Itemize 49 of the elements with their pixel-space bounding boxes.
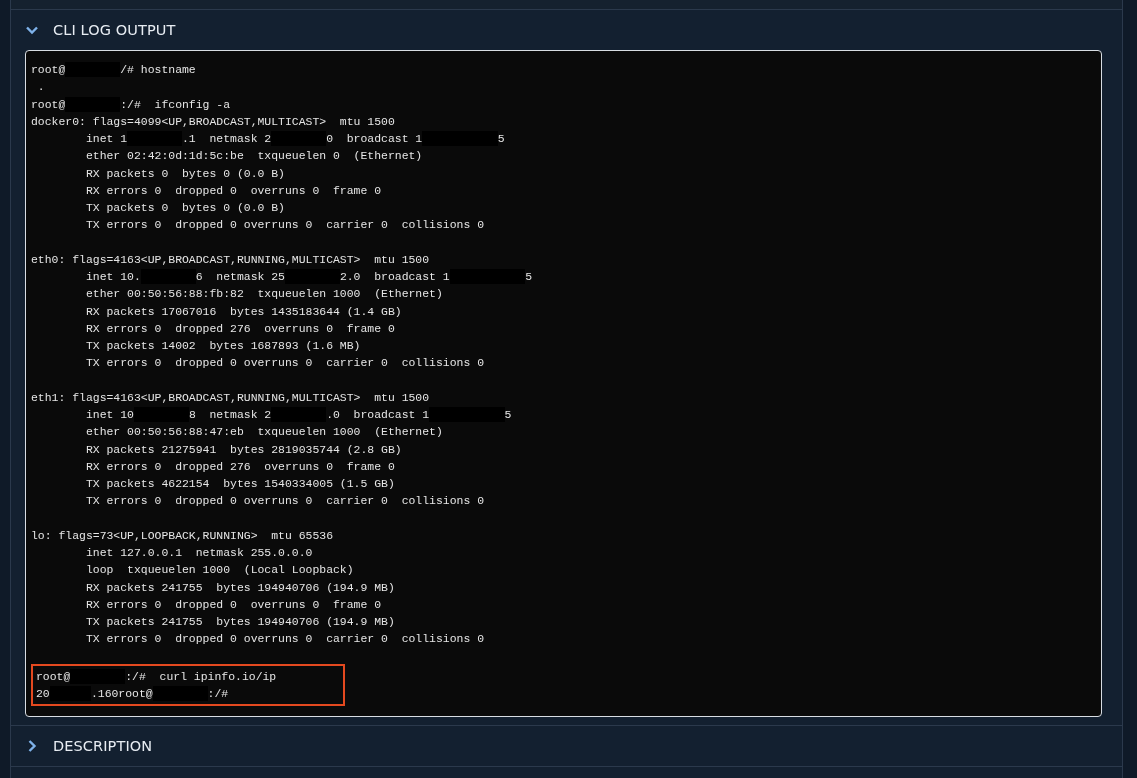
terminal-text: docker0: flags=4099<UP,BROADCAST,MULTICAST> mtu 1500	[31, 113, 395, 130]
terminal-text: inet 1	[84, 131, 128, 147]
terminal-text: RX errors 0 dropped 276 overruns 0 frame 0	[84, 320, 395, 337]
terminal-text: TX packets 241755 bytes 194940706 (194.9 MB)	[84, 614, 395, 630]
terminal-text: root@	[36, 668, 71, 685]
terminal-text: 2.0 broadcast 1	[339, 269, 450, 285]
terminal-text: RX packets 0 bytes 0 (0.0 B)	[84, 165, 285, 182]
terminal-text: TX packets 4622154 bytes 1540334005 (1.5 GB)	[84, 476, 395, 492]
section-header[interactable]: DESCRIPTION	[11, 726, 1122, 767]
terminal-text: lo: flags=73<UP,LOOPBACK,RUNNING> mtu 65536	[31, 527, 333, 544]
terminal-text: TX packets 0 bytes 0 (0.0 B)	[84, 200, 285, 216]
terminal-text: TX errors 0 dropped 0 overruns 0 carrier 0 collisions 0	[84, 355, 484, 372]
terminal-text: /# hostname	[120, 62, 196, 78]
terminal-text: 8 netmask 2	[188, 407, 272, 423]
terminal-text: 0 broadcast 1	[326, 131, 423, 147]
terminal-text: RX errors 0 dropped 0 overruns 0 frame 0	[84, 596, 382, 613]
terminal-text: eth1: flags=4163<UP,BROADCAST,RUNNING,MULTICAST> mtu 1500	[31, 389, 430, 406]
terminal-text: TX errors 0 dropped 0 overruns 0 carrier 0 collisions 0	[84, 493, 484, 510]
terminal-text: :/#	[207, 686, 229, 702]
terminal-text: loop txqueuelen 1000 (Local Loopback)	[84, 562, 354, 579]
terminal-text: .1 netmask 2	[182, 131, 272, 147]
terminal-text: RX errors 0 dropped 0 overruns 0 frame 0	[84, 182, 382, 199]
terminal-text: .0 broadcast 1	[326, 407, 430, 423]
terminal-text: ether 00:50:56:88:fb:82 txqueuelen 1000 (Ethernet)	[84, 286, 443, 303]
terminal-text: 5	[504, 407, 512, 423]
terminal-text: 5	[497, 131, 505, 147]
terminal-text: TX packets 14002 bytes 1687893 (1.6 MB)	[84, 338, 361, 354]
terminal-text: inet 127.0.0.1 netmask 255.0.0.0	[84, 545, 313, 561]
terminal-text: TX errors 0 dropped 0 overruns 0 carrier 0 collisions 0	[84, 631, 484, 648]
terminal-text: TX errors 0 dropped 0 overruns 0 carrier 0 collisions 0	[84, 217, 484, 234]
section-header[interactable]: CLI LOG OUTPUT	[11, 10, 1122, 50]
terminal-text: RX packets 17067016 bytes 1435183644 (1.4 GB)	[84, 303, 402, 320]
terminal-text: root@	[31, 62, 66, 78]
terminal-text: RX packets 241755 bytes 194940706 (194.9 MB)	[84, 579, 395, 596]
terminal-text: inet 10.	[84, 269, 141, 285]
terminal-text: 5	[525, 269, 533, 285]
terminal-text: .160root@	[90, 686, 153, 702]
terminal-text: RX errors 0 dropped 276 overruns 0 frame 0	[84, 458, 395, 475]
terminal-text: ether 00:50:56:88:47:eb txqueuelen 1000 (Ethernet)	[84, 424, 443, 441]
terminal-text: :/# curl ipinfo.io/ip	[125, 668, 277, 685]
terminal-text: 20	[36, 686, 50, 702]
terminal-text: .	[36, 79, 45, 96]
terminal-text: ether 02:42:0d:1d:5c:be txqueuelen 0 (Ethernet)	[84, 148, 423, 165]
terminal-text: inet 10	[84, 407, 134, 423]
terminal-text: :/# ifconfig -a	[120, 96, 231, 113]
terminal-text: eth0: flags=4163<UP,BROADCAST,RUNNING,MULTICAST> mtu 1500	[31, 251, 430, 268]
terminal-text: root@	[31, 96, 66, 113]
terminal-text: 6 netmask 25	[195, 269, 285, 285]
terminal-text: RX packets 21275941 bytes 2819035744 (2.8 GB)	[84, 441, 402, 458]
